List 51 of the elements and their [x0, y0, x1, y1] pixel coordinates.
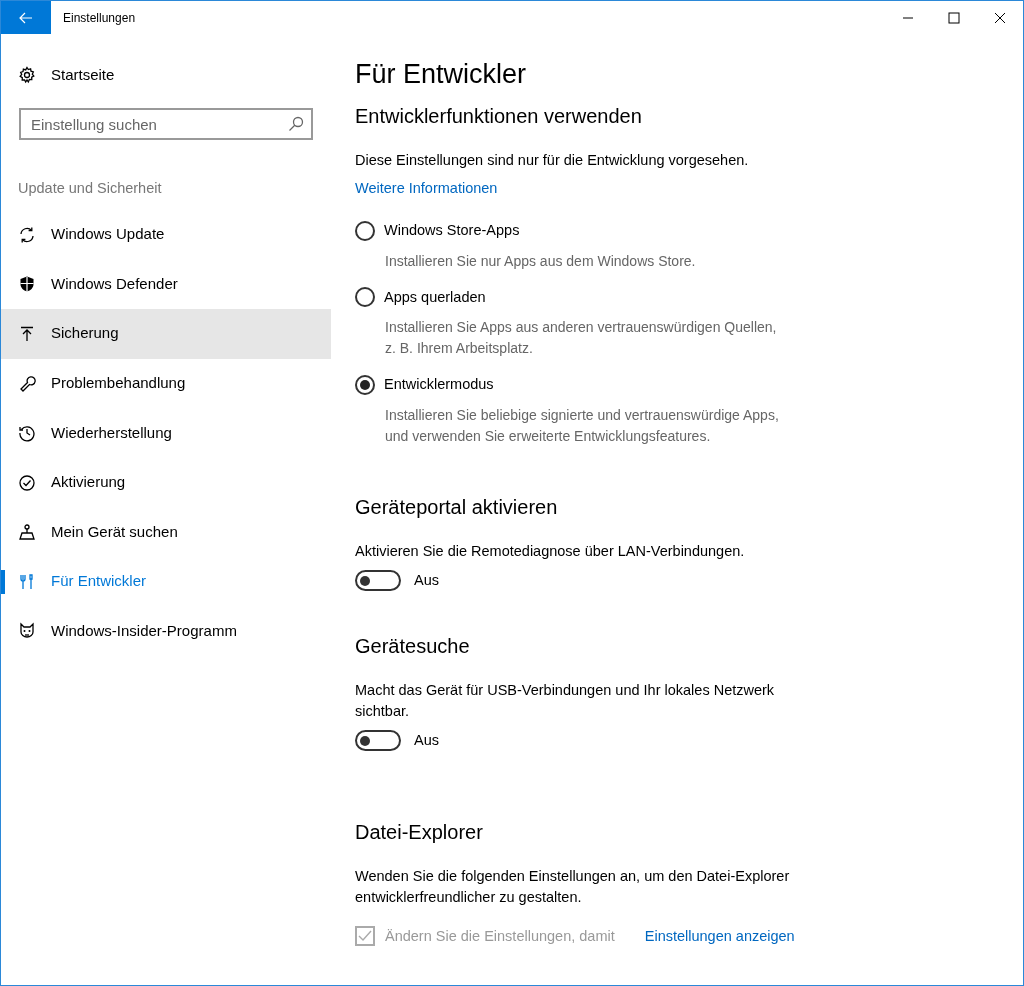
toggle-label: Aus: [414, 571, 439, 590]
wrench-icon: [18, 374, 36, 393]
sidebar-item[interactable]: Wiederherstellung: [1, 408, 331, 458]
option-description: Installieren Sie beliebige signierte und vertrauenswürdige Apps, und verwenden Sie erweiterte Entwicklungsfeatures.: [385, 406, 780, 446]
person-icon: [18, 523, 36, 542]
radio-label: Apps querladen: [384, 287, 486, 307]
section-header: Update und Sicherheit: [17, 179, 163, 198]
check-circle-icon: [18, 473, 36, 492]
toggle-label: Aus: [414, 730, 439, 750]
sidebar-item[interactable]: Windows-Insider-Programm: [1, 606, 331, 657]
info-link[interactable]: Weitere Informationen: [355, 178, 498, 200]
page-title: Für Entwickler: [355, 58, 528, 91]
close-icon: [994, 11, 1006, 24]
option-description: Installieren Sie Apps aus anderen vertrauenswürdigen Quellen, z. B. Ihrem Arbeitsplatz.: [385, 318, 778, 359]
description-text: Macht das Gerät für USB-Verbindungen und Ihr lokales Netzwerk sichtbar.: [355, 680, 776, 721]
option-description: Installieren Sie nur Apps aus dem Windows Store.: [385, 251, 697, 271]
settings-link[interactable]: Einstellungen anzeigen: [644, 925, 795, 948]
section-heading: Entwicklerfunktionen verwenden: [355, 104, 643, 129]
shield-icon: [18, 275, 36, 294]
sidebar-item[interactable]: Für Entwickler: [1, 556, 331, 607]
sidebar-item[interactable]: Problembehandlung: [1, 358, 331, 409]
window-title: Einstellungen: [63, 9, 136, 27]
radio-label: Entwicklermodus: [384, 375, 494, 395]
section-heading: Datei-Explorer: [355, 819, 484, 845]
upload-icon: [18, 324, 36, 343]
cat-icon: [18, 622, 36, 641]
sidebar-item[interactable]: Mein Gerät suchen: [1, 507, 331, 557]
maximize-icon: [948, 11, 960, 24]
sidebar-item[interactable]: Windows Update: [1, 209, 331, 260]
sidebar-item[interactable]: Sicherung: [1, 308, 331, 359]
radio-button[interactable]: [355, 375, 375, 396]
tools-icon: [18, 572, 36, 591]
gear-icon: [18, 66, 36, 84]
search-field[interactable]: Einstellung suchen: [19, 108, 313, 140]
toggle-switch[interactable]: [355, 730, 401, 752]
sidebar-item[interactable]: Windows Defender: [1, 259, 331, 309]
history-icon: [18, 423, 36, 442]
radio-button[interactable]: [355, 287, 375, 308]
description-text: Wenden Sie die folgenden Einstellungen an, um den Datei-Explorer entwicklerfreundlicher zu gestalten.: [355, 866, 791, 907]
search-icon: [287, 115, 305, 133]
checkbox-label: Ändern Sie die Einstellungen, damit: [385, 926, 615, 946]
sidebar-item[interactable]: Aktivierung: [1, 457, 331, 508]
description-text: Diese Einstellungen sind nur für die Entwicklung vorgesehen.: [355, 151, 750, 170]
radio-button[interactable]: [355, 220, 375, 241]
description-text: Aktivieren Sie die Remotediagnose über LAN-Verbindungen.: [355, 542, 746, 561]
section-heading: Gerätesuche: [355, 633, 471, 659]
section-heading: Geräteportal aktivieren: [355, 495, 559, 520]
sync-icon: [18, 225, 36, 244]
toggle-switch[interactable]: [355, 570, 401, 592]
home-link[interactable]: Startseite: [1, 50, 331, 100]
radio-label: Windows Store-Apps: [384, 220, 520, 240]
